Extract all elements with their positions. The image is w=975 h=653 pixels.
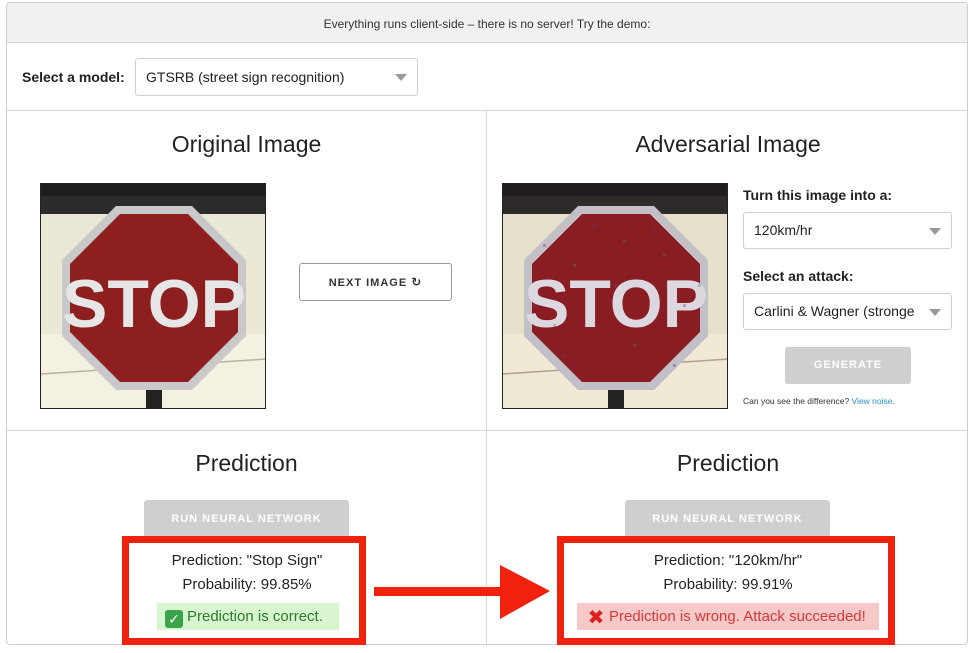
refresh-icon: ↻ [411, 275, 423, 289]
prediction-left-title: Prediction [195, 450, 298, 476]
row-divider [7, 430, 967, 431]
adversarial-image-text: STOP [524, 266, 708, 342]
target-class-select[interactable]: 120km/hr [743, 212, 952, 249]
target-class-label: Turn this image into a: [743, 187, 893, 203]
model-select[interactable]: GTSRB (street sign recognition) [135, 58, 418, 96]
chevron-down-icon [395, 74, 407, 81]
run-network-button-left[interactable]: RUN NEURAL NETWORK [144, 500, 349, 538]
chevron-down-icon [929, 227, 941, 235]
original-image-text: STOP [62, 266, 246, 342]
highlight-box-left [122, 536, 366, 645]
arrow-right-icon [374, 565, 550, 619]
run-network-button-right[interactable]: RUN NEURAL NETWORK [625, 500, 830, 538]
adversarial-image-title: Adversarial Image [635, 131, 821, 157]
target-class-value: 120km/hr [754, 222, 813, 238]
attack-label: Select an attack: [743, 268, 854, 284]
highlight-box-right [557, 536, 895, 645]
generate-button[interactable]: GENERATE [785, 347, 911, 384]
model-select-value: GTSRB (street sign recognition) [146, 69, 345, 85]
attack-value: Carlini & Wagner (stronge [754, 303, 915, 319]
model-label: Select a model: [22, 69, 125, 85]
attack-select[interactable]: Carlini & Wagner (stronge [743, 293, 952, 330]
view-noise-text: Can you see the difference? [743, 396, 850, 406]
view-noise-note: Can you see the difference? View noise. [743, 396, 963, 406]
original-image-title: Original Image [171, 131, 322, 157]
chevron-down-icon [929, 308, 941, 316]
adversarial-image: STOP [502, 183, 728, 409]
demo-banner: Everything runs client-side – there is n… [7, 3, 967, 43]
original-image: STOP [40, 183, 266, 409]
next-image-button[interactable]: NEXT IMAGE ↻ [299, 263, 452, 301]
model-row: Select a model: GTSRB (street sign recog… [7, 43, 967, 111]
prediction-right-title: Prediction [676, 450, 780, 476]
next-image-label: NEXT IMAGE [328, 277, 408, 289]
view-noise-link[interactable]: View noise. [852, 396, 895, 406]
